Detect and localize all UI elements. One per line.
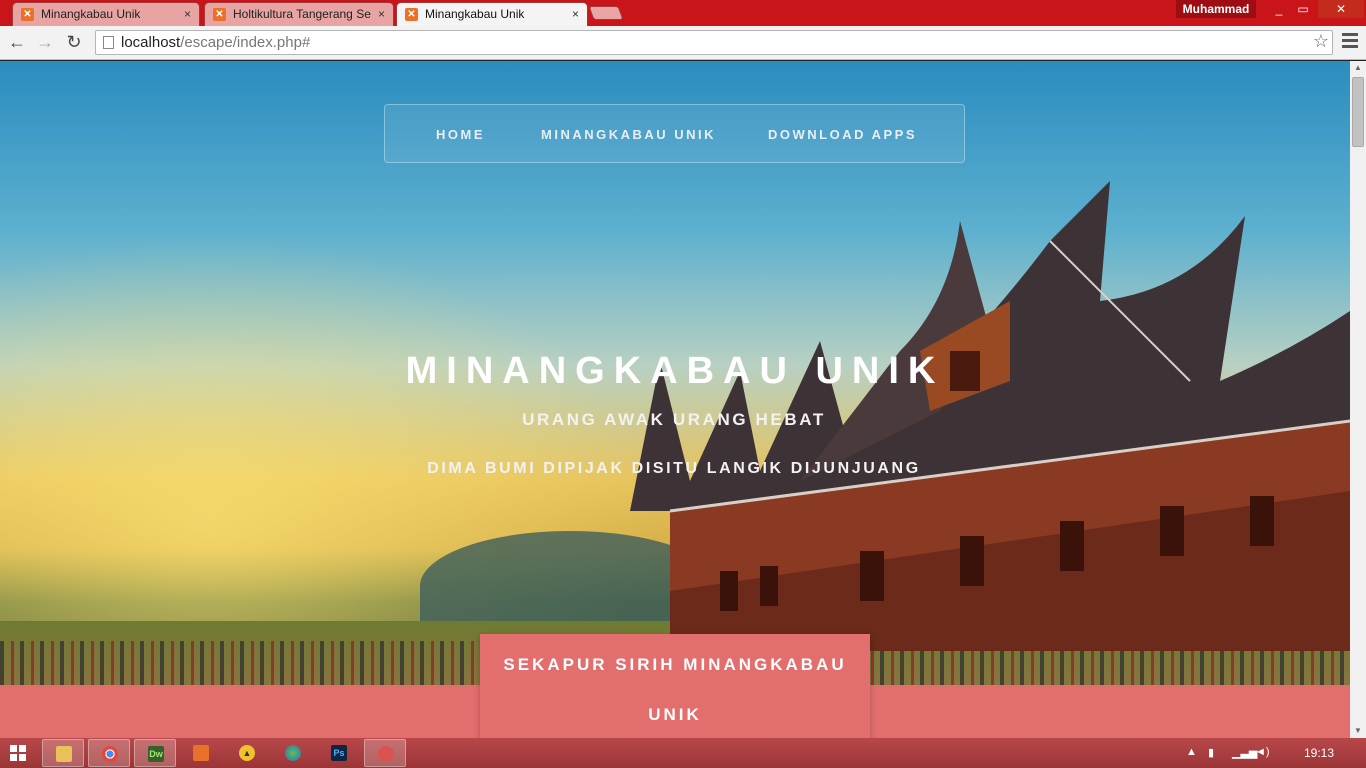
hero-title: MINANGKABAU UNIK	[0, 350, 1350, 393]
xampp-icon	[193, 745, 209, 761]
cta-line-2: UNIK	[648, 705, 702, 724]
taskbar-file-explorer[interactable]	[42, 739, 84, 767]
reload-button[interactable]: ↻	[62, 30, 86, 54]
taskbar-app[interactable]: ▲	[226, 739, 268, 767]
scroll-down-arrow-icon[interactable]: ▼	[1350, 724, 1366, 738]
dreamweaver-icon: Dw	[148, 746, 164, 762]
photoshop-icon: Ps	[331, 745, 347, 761]
tab-3-active[interactable]: ✕ Minangkabau Unik ×	[396, 2, 588, 26]
tray-chevron-icon[interactable]: ▲	[1186, 746, 1197, 758]
profile-name[interactable]: Muhammad	[1176, 0, 1256, 18]
xampp-favicon-icon: ✕	[213, 8, 226, 21]
close-window-button[interactable]: ✕	[1318, 0, 1364, 18]
xampp-favicon-icon: ✕	[21, 8, 34, 21]
battery-icon[interactable]: ▮	[1208, 746, 1214, 759]
tab-close-icon[interactable]: ×	[184, 3, 191, 25]
xampp-favicon-icon: ✕	[405, 8, 418, 21]
taskbar-photoshop[interactable]: Ps	[318, 739, 360, 767]
back-button[interactable]: ←	[5, 30, 29, 54]
nav-home-link[interactable]: HOME	[436, 127, 485, 142]
taskbar-dreamweaver[interactable]: Dw	[134, 739, 176, 767]
browser-toolbar: ← → ↻ localhost/escape/index.php# ☆	[0, 26, 1366, 60]
scroll-thumb[interactable]	[1352, 77, 1364, 147]
browser-titlebar: ✕ Minangkabau Unik × ✕ Holtikultura Tang…	[0, 0, 1366, 26]
tab-title: Minangkabau Unik	[41, 7, 141, 21]
volume-icon[interactable]: ◄)	[1255, 746, 1270, 758]
maximize-button[interactable]: ▭	[1292, 0, 1314, 18]
vertical-scrollbar[interactable]: ▲ ▼	[1350, 61, 1366, 738]
taskbar-chrome[interactable]	[88, 739, 130, 767]
app-icon-2	[378, 746, 394, 762]
hero-title-text: MINANGKABAU UNIK	[405, 350, 945, 392]
url-host: localhost	[121, 34, 181, 51]
hero-subtitle-2: DIMA BUMI DIPIJAK DISITU LANGIK DIJUNJUA…	[427, 460, 921, 477]
address-bar[interactable]: localhost/escape/index.php# ☆	[95, 30, 1333, 55]
cta-line-1: SEKAPUR SIRIH MINANGKABAU	[503, 655, 847, 674]
globe-icon	[285, 745, 301, 761]
url-path: /escape/index.php#	[180, 34, 311, 51]
main-navigation: HOME MINANGKABAU UNIK DOWNLOAD APPS	[384, 104, 965, 163]
tab-close-icon[interactable]: ×	[378, 3, 385, 25]
windows-start-icon[interactable]	[10, 745, 26, 761]
forward-button[interactable]: →	[33, 30, 57, 54]
bookmark-star-icon[interactable]: ☆	[1313, 31, 1329, 52]
url-text[interactable]: localhost/escape/index.php#	[121, 34, 310, 51]
menu-icon[interactable]	[1342, 33, 1358, 49]
tab-close-icon[interactable]: ×	[572, 3, 579, 25]
app-icon: ▲	[239, 745, 255, 761]
chrome-icon	[102, 746, 118, 762]
taskbar-app-2[interactable]	[364, 739, 406, 767]
new-tab-button[interactable]	[588, 6, 624, 20]
tab-1[interactable]: ✕ Minangkabau Unik ×	[12, 2, 200, 26]
tab-title: Minangkabau Unik	[425, 7, 525, 21]
network-icon[interactable]: ▁▃▅	[1232, 746, 1257, 759]
taskbar-xampp[interactable]	[180, 739, 222, 767]
minimize-button[interactable]: _	[1268, 0, 1290, 18]
page-viewport: HOME MINANGKABAU UNIK DOWNLOAD APPS MINA…	[0, 61, 1350, 738]
taskbar-globe[interactable]	[272, 739, 314, 767]
taskbar-clock[interactable]: 19:13	[1304, 746, 1334, 760]
nav-download-link[interactable]: DOWNLOAD APPS	[768, 127, 917, 142]
nav-minangkabau-link[interactable]: MINANGKABAU UNIK	[541, 127, 716, 142]
page-icon	[103, 36, 114, 49]
hero-subtitle-1: URANG AWAK URANG HEBAT	[522, 410, 826, 429]
tab-title: Holtikultura Tangerang Se	[233, 7, 371, 21]
folder-icon	[56, 746, 72, 762]
sekapur-sirih-button[interactable]: SEKAPUR SIRIH MINANGKABAU UNIK	[480, 634, 870, 738]
scroll-up-arrow-icon[interactable]: ▲	[1350, 61, 1366, 75]
windows-taskbar: Dw ▲ Ps ▲ ▮ ▁▃▅ ◄) 19:13	[0, 738, 1366, 768]
tab-2[interactable]: ✕ Holtikultura Tangerang Se ×	[204, 2, 394, 26]
